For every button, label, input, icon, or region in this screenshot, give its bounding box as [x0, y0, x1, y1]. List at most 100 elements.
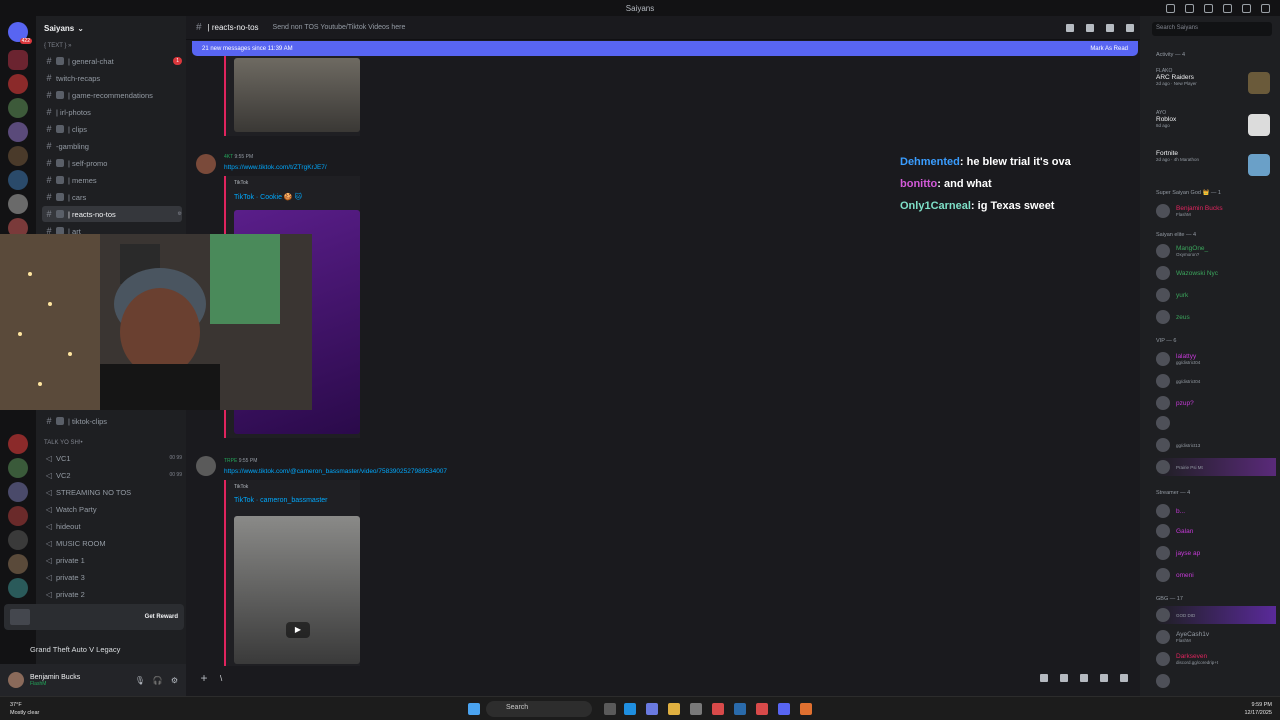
voice-channel-private-1[interactable]: ◁ private 1 — [42, 552, 182, 568]
voice-channel-hideout[interactable]: ◁ hideout — [42, 518, 182, 534]
server-icon[interactable] — [8, 506, 28, 526]
bell-icon[interactable] — [1086, 23, 1094, 32]
message-link[interactable]: https://www.tiktok.com/t/ZTrgKrJE7/ — [224, 164, 327, 171]
server-icon[interactable] — [8, 482, 28, 502]
channel-cars[interactable]: # | cars — [42, 189, 182, 205]
discord-icon[interactable] — [778, 703, 790, 715]
member-item[interactable] — [1156, 672, 1276, 690]
gif-icon[interactable] — [1060, 674, 1068, 682]
member-item[interactable]: gg/district04 — [1156, 372, 1276, 390]
steam-icon[interactable] — [734, 703, 746, 715]
edge-icon[interactable] — [624, 703, 636, 715]
embed-title[interactable]: TikTok · Cookie 🍪 🐱 — [234, 193, 302, 201]
threads-icon[interactable] — [1066, 23, 1074, 32]
channel-clips[interactable]: # | clips — [42, 121, 182, 137]
server-icon[interactable] — [8, 50, 28, 70]
system-clock[interactable]: 9:59 PM 12/17/2025 — [1244, 701, 1272, 717]
member-item[interactable]: GOD DID — [1156, 606, 1276, 624]
channel-irl-photos[interactable]: # | irl-photos — [42, 104, 182, 120]
apps-icon[interactable] — [1120, 674, 1128, 682]
get-reward-button[interactable]: Get Reward — [145, 614, 178, 620]
server-icon[interactable] — [8, 554, 28, 574]
activity-card[interactable]: Fortnite 2d ago · 4h Marathon — [1156, 150, 1274, 186]
help-icon[interactable] — [1185, 3, 1194, 13]
channel-gambling[interactable]: # -gambling — [42, 138, 182, 154]
member-item[interactable]: MangOne_ Oxymoron? — [1156, 242, 1276, 260]
server-icon[interactable] — [8, 122, 28, 142]
inbox-icon[interactable] — [1166, 3, 1175, 13]
mark-as-read-button[interactable]: Mark As Read — [1090, 46, 1128, 52]
voice-channel-vc1[interactable]: ◁ VC1 00 99 — [42, 450, 182, 466]
mic-icon[interactable]: 🎙 — [135, 676, 145, 685]
member-item[interactable]: jayse ap — [1156, 544, 1276, 562]
server-icon[interactable] — [8, 458, 28, 478]
play-icon[interactable]: ▶ — [286, 622, 310, 638]
channel-general-chat[interactable]: # | general-chat 1 — [42, 53, 182, 69]
channel-category[interactable]: { Text } » — [44, 43, 71, 49]
composer-input[interactable]: \ — [220, 674, 222, 683]
server-header[interactable]: Saiyans ⌄ — [36, 16, 186, 40]
server-icon[interactable] — [8, 98, 28, 118]
activity-card[interactable]: AYO Roblox 8d ago — [1156, 110, 1274, 146]
task-view-icon[interactable] — [604, 703, 616, 715]
weather-widget[interactable]: 37°F Mostly clear — [10, 701, 39, 717]
avatar[interactable] — [196, 154, 216, 174]
member-item[interactable]: Galan — [1156, 522, 1276, 540]
server-icon[interactable] — [8, 194, 28, 214]
channel-twitch-recaps[interactable]: # twitch-recaps — [42, 70, 182, 86]
server-icon[interactable] — [8, 530, 28, 550]
voice-channel-music-room[interactable]: ◁ MUSIC ROOM — [42, 535, 182, 551]
channel-reacts-no-tos[interactable]: # | reacts-no-tos ⚙ — [42, 206, 182, 222]
settings-icon[interactable]: ⚙ — [171, 676, 178, 685]
member-item[interactable] — [1156, 414, 1276, 432]
embed-title[interactable]: TikTok · cameron_bassmaster — [234, 497, 328, 504]
server-icon[interactable] — [8, 170, 28, 190]
server-icon[interactable] — [8, 146, 28, 166]
sticker-icon[interactable] — [1080, 674, 1088, 682]
avatar[interactable] — [8, 672, 24, 688]
channel-memes[interactable]: # | memes — [42, 172, 182, 188]
maximize-icon[interactable] — [1242, 3, 1251, 13]
embed-image[interactable] — [234, 58, 360, 132]
member-item[interactable]: Prairie Psi Mt — [1156, 458, 1276, 476]
member-item[interactable]: pzup? — [1156, 394, 1276, 412]
message-composer[interactable]: + \ — [194, 668, 1132, 688]
member-item[interactable]: Benjamin Bucks FlashM — [1156, 202, 1276, 220]
member-item[interactable]: Wazowski Nyc — [1156, 264, 1276, 282]
app-icon[interactable] — [756, 703, 768, 715]
minimize-icon[interactable] — [1223, 3, 1232, 13]
file-explorer-icon[interactable] — [668, 703, 680, 715]
member-item[interactable]: omeni — [1156, 566, 1276, 584]
emoji-icon[interactable] — [1100, 674, 1108, 682]
voice-channel-private-2[interactable]: ◁ private 2 — [42, 586, 182, 602]
voice-channel-private-3[interactable]: ◁ private 3 — [42, 569, 182, 585]
headphones-icon[interactable]: 🎧 — [153, 676, 163, 685]
member-item[interactable]: AyeCash1v FlashM — [1156, 628, 1276, 646]
home-icon[interactable]: 422 — [8, 22, 32, 44]
pin-icon[interactable] — [1106, 23, 1114, 32]
message-link[interactable]: https://www.tiktok.com/@cameron_bassmast… — [224, 468, 447, 475]
members-icon[interactable] — [1126, 23, 1134, 32]
taskbar-search[interactable]: Search — [486, 701, 592, 717]
close-icon[interactable] — [1261, 3, 1270, 13]
member-item[interactable]: zeus — [1156, 308, 1276, 326]
app-icon[interactable] — [800, 703, 812, 715]
member-item[interactable]: gg/district13 — [1156, 436, 1276, 454]
add-attachment-icon[interactable]: + — [194, 671, 214, 685]
member-item[interactable]: Darkseven discord.gg/coredrip+t — [1156, 650, 1276, 668]
embed-video[interactable]: ▶ — [234, 516, 360, 664]
voice-channel-vc2[interactable]: ◁ VC2 00 99 — [42, 467, 182, 483]
channel-game-recommendations[interactable]: # | game-recommendations — [42, 87, 182, 103]
member-search-input[interactable]: Search Saiyans — [1152, 22, 1272, 36]
channel-self-promo[interactable]: # | self-promo — [42, 155, 182, 171]
copilot-icon[interactable] — [646, 703, 658, 715]
member-item[interactable]: b... — [1156, 502, 1276, 520]
server-icon[interactable] — [8, 434, 28, 454]
member-item[interactable]: yurk — [1156, 286, 1276, 304]
new-messages-bar[interactable]: 21 new messages since 11:39 AM Mark As R… — [192, 41, 1138, 56]
voice-channel-streaming[interactable]: ◁ STREAMING NO TOS — [42, 484, 182, 500]
settings-icon[interactable] — [690, 703, 702, 715]
server-icon[interactable] — [8, 578, 28, 598]
download-icon[interactable] — [1204, 3, 1213, 13]
chrome-icon[interactable] — [712, 703, 724, 715]
